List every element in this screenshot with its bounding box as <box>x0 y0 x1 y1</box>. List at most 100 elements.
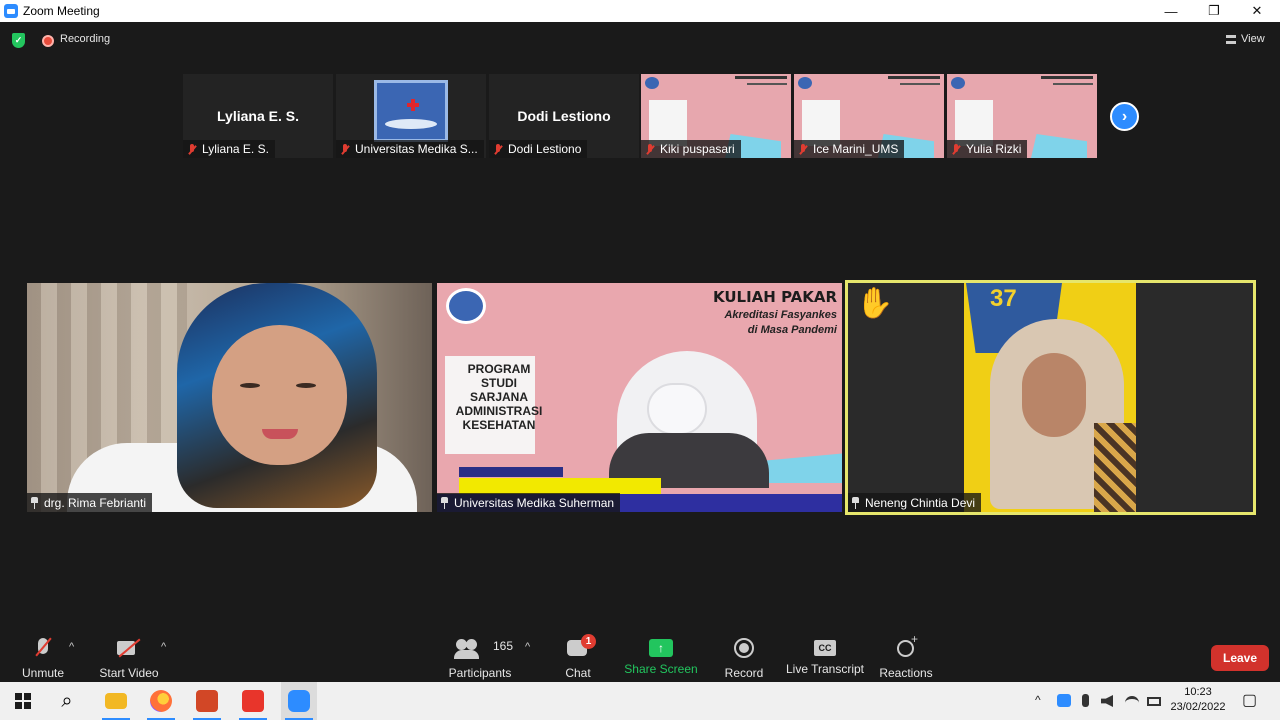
start-video-label: Start Video <box>99 666 159 680</box>
wifi-icon[interactable] <box>1125 696 1139 708</box>
mouth <box>262 429 298 439</box>
program-text: PROGRAM STUDI SARJANA ADMINISTRASI KESEH… <box>449 362 549 432</box>
slide-subtitle-line: di Masa Pandemi <box>747 324 837 336</box>
participant-name: Universitas Medika S... <box>355 142 478 156</box>
video-tile-universitas-medika-suherman[interactable]: KULIAH PAKAR Akreditasi Fasyankes di Mas… <box>437 283 842 512</box>
slide-logo <box>645 77 659 89</box>
notification-icon[interactable]: ▢ <box>1242 690 1257 710</box>
live-transcript-button[interactable]: CC Live Transcript <box>786 634 864 682</box>
presenter-mask <box>647 383 707 435</box>
thumbnail-dodi[interactable]: Dodi Lestiono Dodi Lestiono <box>489 74 639 158</box>
participant-nametag: Dodi Lestiono <box>489 140 588 158</box>
slide-subtitle: Akreditasi Fasyankes di Masa Pandemi <box>677 308 837 338</box>
participant-video: 37 <box>964 283 1136 512</box>
red-cross-icon <box>407 99 419 111</box>
start-video-button[interactable]: Start Video <box>98 634 160 682</box>
powerpoint-logo <box>196 690 218 712</box>
share-screen-label: Share Screen <box>624 662 698 676</box>
powerpoint-icon[interactable] <box>189 682 225 720</box>
minimize-button[interactable]: — <box>1149 0 1193 22</box>
leave-button[interactable]: Leave <box>1211 645 1269 671</box>
participant-face <box>212 325 347 465</box>
zoom-logo-icon <box>4 4 18 18</box>
start-button[interactable] <box>6 682 40 720</box>
unmute-label: Unmute <box>21 666 65 680</box>
muted-mic-icon <box>28 634 58 662</box>
participant-name: Ice Marini_UMS <box>813 142 899 156</box>
reactions-label: Reactions <box>879 666 933 680</box>
video-options-caret[interactable]: ^ <box>161 641 166 653</box>
background-dress <box>1094 423 1136 512</box>
video-tile-rima[interactable]: drg. Rima Febrianti <box>27 283 432 512</box>
clock-time: 10:23 <box>1184 686 1212 698</box>
muted-mic-icon <box>644 143 656 156</box>
slide-heading <box>888 76 940 79</box>
search-icon[interactable]: ⌕ <box>50 682 84 720</box>
shared-slide: KULIAH PAKAR Akreditasi Fasyankes di Mas… <box>437 283 842 512</box>
view-button[interactable]: View <box>1226 33 1265 45</box>
window-titlebar: Zoom Meeting — ❐ ✕ <box>0 0 1280 22</box>
volume-muted-icon[interactable] <box>1101 695 1113 707</box>
zoom-logo <box>288 690 310 712</box>
university-logo <box>446 288 486 324</box>
participants-options-caret[interactable]: ^ <box>525 641 530 653</box>
slide-logo <box>951 77 965 89</box>
participant-nametag: Ice Marini_UMS <box>794 140 905 158</box>
zoom-taskbar-icon[interactable] <box>281 682 317 720</box>
participant-name: drg. Rima Febrianti <box>44 495 147 510</box>
record-button[interactable]: Record <box>722 634 766 682</box>
firefox-icon[interactable] <box>143 682 179 720</box>
unmute-button[interactable]: Unmute <box>18 634 68 682</box>
muted-mic-icon <box>492 143 504 156</box>
thumbnail-lyliana[interactable]: Lyliana E. S. Lyliana E. S. <box>183 74 333 158</box>
view-label: View <box>1241 33 1265 45</box>
program-line: PROGRAM <box>467 362 531 376</box>
thumbnail-kiki[interactable]: Kiki puspasari <box>641 74 791 158</box>
chat-unread-badge: 1 <box>581 634 596 649</box>
recording-label: Recording <box>60 33 111 45</box>
recording-indicator-icon <box>42 35 54 47</box>
muted-mic-icon <box>339 143 351 156</box>
restore-button[interactable]: ❐ <box>1192 0 1236 22</box>
participant-nametag: Lyliana E. S. <box>183 140 275 158</box>
wps-icon[interactable] <box>235 682 271 720</box>
thumbnail-yulia[interactable]: Yulia Rizki <box>947 74 1097 158</box>
thumbnail-ice-marini[interactable]: Ice Marini_UMS <box>794 74 944 158</box>
slide-heading <box>735 76 787 79</box>
participants-label: Participants <box>448 666 512 680</box>
record-icon <box>729 634 759 662</box>
audio-options-caret[interactable]: ^ <box>69 641 74 653</box>
participant-name: Kiki puspasari <box>660 142 735 156</box>
participant-name: Universitas Medika Suherman <box>454 495 615 510</box>
participants-icon <box>454 634 484 662</box>
slide-accent <box>1031 134 1087 158</box>
share-screen-button[interactable]: ↑ Share Screen <box>624 634 698 682</box>
thumbnail-universitas-medika[interactable]: Universitas Medika S... <box>336 74 486 158</box>
microphone-tray-icon[interactable] <box>1082 694 1089 707</box>
participant-nametag: Kiki puspasari <box>641 140 741 158</box>
participant-face <box>1022 353 1086 437</box>
thumbnail-display-name: Lyliana E. S. <box>217 108 299 124</box>
university-logo <box>374 80 448 142</box>
badge-number: 37 <box>990 285 1017 312</box>
raise-hand-icon: ✋ <box>856 287 894 320</box>
windows-logo-icon <box>15 693 31 709</box>
security-shield-icon[interactable]: ✓ <box>12 33 25 48</box>
next-page-button[interactable]: › <box>1110 102 1139 131</box>
participant-nametag: drg. Rima Febrianti <box>27 493 153 512</box>
video-tile-neneng[interactable]: ✋ 37 Neneng Chintia Devi <box>845 280 1256 515</box>
program-line: ADMINISTRASI <box>455 404 543 418</box>
tray-overflow-caret[interactable]: ^ <box>1035 693 1041 707</box>
taskbar-clock[interactable]: 10:23 23/02/2022 <box>1166 685 1230 715</box>
muted-mic-icon <box>950 143 962 156</box>
reactions-button[interactable]: Reactions <box>878 632 934 682</box>
participant-name: Yulia Rizki <box>966 142 1022 156</box>
battery-icon[interactable] <box>1147 697 1161 706</box>
folder-icon <box>105 693 127 709</box>
file-explorer-icon[interactable] <box>98 682 134 720</box>
zoom-tray-icon[interactable] <box>1057 694 1071 707</box>
participant-name: Neneng Chintia Devi <box>865 495 976 510</box>
window-title: Zoom Meeting <box>23 4 100 18</box>
close-button[interactable]: ✕ <box>1235 0 1279 22</box>
meeting-topbar: ✓ Recording View <box>0 22 1280 60</box>
